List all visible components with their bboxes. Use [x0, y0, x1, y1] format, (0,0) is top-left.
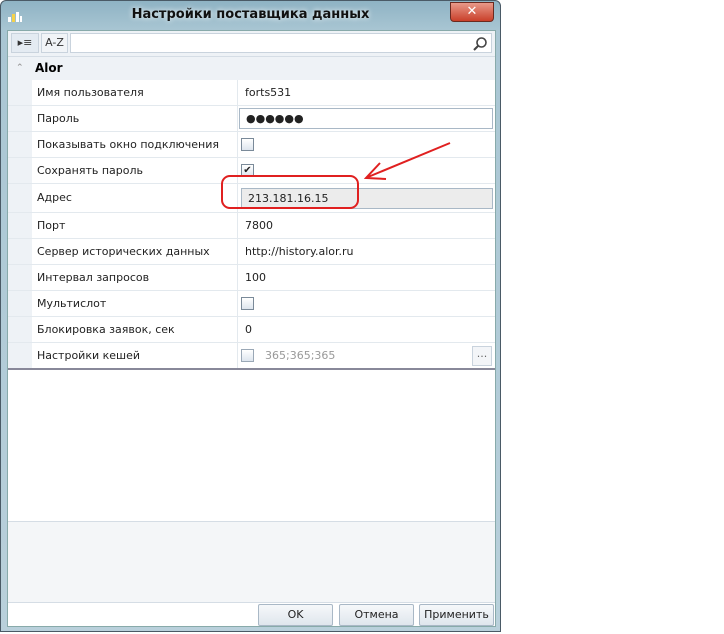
highlight-rect — [221, 175, 359, 209]
annotation-overlay — [221, 142, 451, 209]
annotation-arrow — [367, 142, 451, 178]
